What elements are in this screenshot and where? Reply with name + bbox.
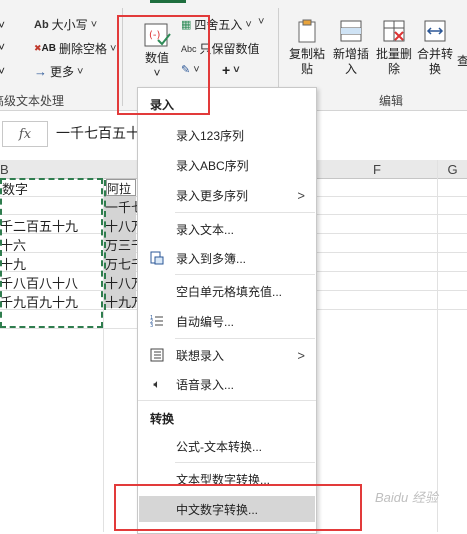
copy-paste-button[interactable]: 复制粘 贴 — [286, 18, 328, 77]
ribbon-arrow-3: ˅ — [0, 64, 6, 78]
column-header-b[interactable]: B — [0, 160, 104, 179]
watermark: Baidu 经验 — [375, 490, 438, 505]
case-icon: Ab — [34, 18, 49, 31]
cell-c-row[interactable]: 万七千 — [105, 254, 137, 273]
grid-line — [316, 309, 467, 310]
menu-separator — [175, 212, 315, 213]
menu-item-auto-number[interactable]: 123 自动编号... — [139, 308, 315, 334]
merge-icon — [424, 20, 446, 42]
chevron-down-icon: ˅ — [90, 18, 98, 31]
delete-spaces-button[interactable]: ✖AB 删除空格 ˅ — [34, 40, 116, 57]
highlight-value-button — [117, 15, 210, 115]
arrow-right-icon: → — [34, 64, 47, 79]
menu-item-input-text[interactable]: 录入文本... — [139, 216, 315, 242]
case-button[interactable]: Ab 大小写 ˅ — [34, 16, 97, 33]
column-header-c[interactable] — [104, 160, 137, 179]
insert-rows-icon — [340, 20, 362, 42]
menu-item-formula-text-convert[interactable]: 公式-文本转换... — [139, 433, 315, 459]
text-group-label: 高级文本处理 — [0, 94, 65, 108]
plus-icon: + — [222, 62, 231, 78]
column-header-f[interactable]: F — [316, 160, 438, 179]
menu-separator — [138, 400, 316, 401]
cell-c-row[interactable]: 万三千 — [105, 235, 137, 254]
grid-line — [316, 233, 467, 234]
formula-content[interactable]: 一千七百五十 — [56, 123, 140, 143]
cell-c-row[interactable]: 十八万 — [105, 216, 137, 235]
menu-item-input-123[interactable]: 录入123序列 — [139, 122, 315, 148]
menu-separator — [175, 338, 315, 339]
chevron-right-icon: > — [297, 347, 305, 363]
column-header-g[interactable]: G — [438, 160, 467, 179]
numbered-list-icon: 123 — [149, 313, 165, 329]
fx-button[interactable]: fx — [2, 121, 48, 147]
speaker-icon: 🔈︎ — [153, 376, 161, 391]
grid-line — [316, 196, 467, 197]
chevron-right-icon: > — [297, 187, 305, 203]
associate-icon — [149, 347, 165, 363]
plus-button[interactable]: + ˅ — [222, 62, 240, 78]
menu-separator — [175, 462, 315, 463]
grid-line — [316, 290, 467, 291]
menu-item-associate-input[interactable]: 联想录入 > — [139, 342, 315, 368]
delete-spaces-icon: ✖AB — [34, 43, 56, 54]
round-dropdown[interactable]: ˅ — [258, 16, 264, 28]
chevron-down-icon: ˅ — [245, 18, 252, 31]
menu-item-input-multi-book[interactable]: 录入到多簿... — [139, 245, 315, 271]
clipboard-icon — [298, 19, 316, 43]
copy-marquee — [0, 178, 103, 328]
grid-line — [316, 214, 467, 215]
more-button[interactable]: → 更多 ˅ — [34, 63, 83, 80]
svg-text:3: 3 — [150, 323, 153, 328]
value-dropdown-menu: 录入 录入123序列 录入ABC序列 录入更多序列 > 录入文本... 录入到多… — [137, 87, 317, 534]
grid-line — [437, 160, 438, 532]
batch-delete-icon — [383, 20, 405, 42]
highlight-chinese-convert — [114, 484, 362, 531]
chevron-down-icon: ˅ — [77, 65, 84, 78]
menu-separator — [175, 274, 315, 275]
grid-line — [316, 252, 467, 253]
chevron-down-icon: ˅ — [258, 16, 265, 28]
cell-c-row[interactable]: 一千七 — [105, 197, 137, 216]
menu-item-input-abc[interactable]: 录入ABC序列 — [139, 152, 315, 178]
edit-group-label: 编辑 — [379, 94, 404, 108]
cell-c-row[interactable]: 十八万 — [105, 273, 137, 292]
menu-item-fill-blank[interactable]: 空白单元格填充值... — [139, 278, 315, 304]
grid-line — [0, 328, 137, 329]
active-tab-indicator — [150, 0, 186, 3]
batch-delete-button[interactable]: 批量删 除 — [373, 18, 415, 77]
cell-c-header[interactable]: 阿拉 — [106, 179, 136, 196]
grid-line — [316, 271, 467, 272]
copy-marquee-edge — [104, 180, 108, 310]
menu-item-input-more[interactable]: 录入更多序列 > — [139, 182, 315, 208]
ribbon-arrow-2: ˅ — [0, 40, 6, 54]
ribbon-arrow: ˅ — [0, 18, 6, 32]
merge-button[interactable]: 合并转 换 — [414, 18, 456, 77]
chevron-down-icon: ˅ — [233, 64, 240, 76]
overflow-button[interactable]: 查 — [457, 52, 467, 69]
menu-item-voice-input[interactable]: 🔈︎ 语音录入... — [139, 371, 315, 397]
cell-c-row[interactable]: 十九万 — [105, 292, 137, 311]
menu-section-convert: 转换 — [150, 412, 175, 426]
book-icon — [149, 250, 165, 266]
insert-button[interactable]: 新增插 入 — [330, 18, 372, 77]
chevron-down-icon: ˅ — [110, 42, 117, 55]
